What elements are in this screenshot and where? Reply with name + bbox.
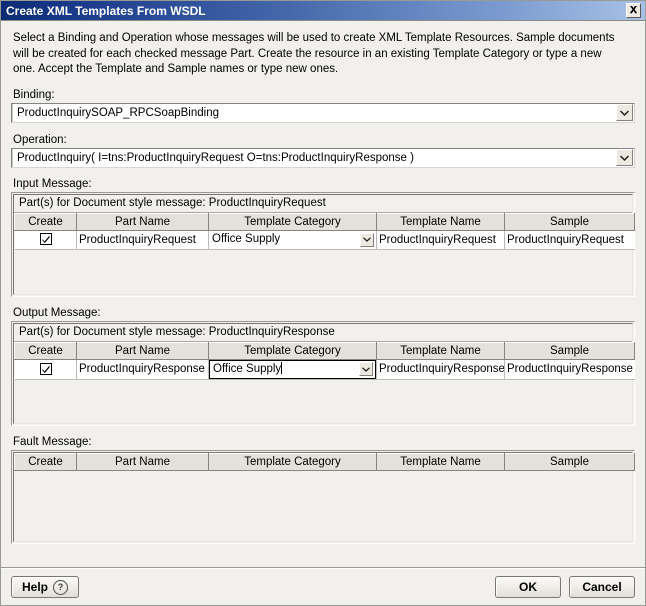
text-caret xyxy=(281,361,283,374)
binding-value: ProductInquirySOAP_RPCSoapBinding xyxy=(12,103,616,122)
column-header-part-name[interactable]: Part Name xyxy=(76,212,209,231)
operation-dropdown-button[interactable] xyxy=(616,149,633,166)
column-header-template-category[interactable]: Template Category xyxy=(208,212,377,231)
chevron-down-icon xyxy=(362,365,370,374)
template-category-value: Office Supply xyxy=(213,362,282,375)
check-icon xyxy=(42,235,50,244)
create-xml-templates-dialog: Create XML Templates From WSDL Select a … xyxy=(0,0,646,606)
cell-create[interactable] xyxy=(14,359,77,380)
table-row[interactable]: ProductInquiryResponse Office Supply Pro… xyxy=(14,359,635,380)
column-header-create[interactable]: Create xyxy=(14,212,77,231)
template-category-dropdown-button[interactable] xyxy=(360,232,374,247)
cell-template-name[interactable]: ProductInquiryRequest xyxy=(376,230,505,250)
help-button-label: Help xyxy=(22,580,49,594)
column-header-sample[interactable]: Sample xyxy=(504,341,635,360)
input-message-table: Create Part Name Template Category Templ… xyxy=(14,212,635,250)
input-message-caption: Part(s) for Document style message: Prod… xyxy=(14,194,632,213)
output-message-label: Output Message: xyxy=(13,306,101,319)
fault-message-table-container: Create Part Name Template Category Templ… xyxy=(14,452,635,541)
column-header-part-name[interactable]: Part Name xyxy=(76,452,209,471)
column-header-sample[interactable]: Sample xyxy=(504,452,635,471)
operation-combobox[interactable]: ProductInquiry( I=tns:ProductInquiryRequ… xyxy=(11,147,635,168)
column-header-template-name[interactable]: Template Name xyxy=(376,212,505,231)
fault-message-panel: Create Part Name Template Category Templ… xyxy=(11,449,635,544)
cell-template-name[interactable]: ProductInquiryResponse xyxy=(376,359,505,380)
create-checkbox[interactable] xyxy=(40,362,53,375)
instructions-text: Select a Binding and Operation whose mes… xyxy=(13,32,615,75)
window-title: Create XML Templates From WSDL xyxy=(6,3,206,18)
binding-label: Binding: xyxy=(13,88,55,101)
cell-sample[interactable]: ProductInquiryRequest xyxy=(504,230,635,250)
table-header-row: Create Part Name Template Category Templ… xyxy=(14,452,635,471)
output-message-table: Create Part Name Template Category Templ… xyxy=(14,341,635,380)
cell-part-name[interactable]: ProductInquiryRequest xyxy=(76,230,209,250)
cell-template-category[interactable]: Office Supply xyxy=(208,230,377,250)
column-header-template-category[interactable]: Template Category xyxy=(208,341,377,360)
input-message-panel: Part(s) for Document style message: Prod… xyxy=(11,191,635,297)
table-header-row: Create Part Name Template Category Templ… xyxy=(14,212,635,231)
fault-message-label: Fault Message: xyxy=(13,435,92,448)
output-message-table-container: Create Part Name Template Category Templ… xyxy=(14,341,635,423)
cancel-button[interactable]: Cancel xyxy=(569,576,635,598)
column-header-template-name[interactable]: Template Name xyxy=(376,341,505,360)
template-category-input[interactable]: Office Supply xyxy=(210,361,359,378)
help-button[interactable]: Help ? xyxy=(11,576,80,598)
table-row[interactable]: ProductInquiryRequest Office Supply Prod… xyxy=(14,230,635,250)
chevron-down-icon xyxy=(363,235,371,244)
template-category-value: Office Supply xyxy=(212,233,281,245)
operation-label: Operation: xyxy=(13,133,67,146)
output-message-panel: Part(s) for Document style message: Prod… xyxy=(11,320,635,426)
check-icon xyxy=(42,365,50,373)
column-header-sample[interactable]: Sample xyxy=(504,212,635,231)
table-header-row: Create Part Name Template Category Templ… xyxy=(14,341,635,360)
column-header-create[interactable]: Create xyxy=(14,341,77,360)
question-circle-icon: ? xyxy=(53,579,69,595)
dialog-body: Select a Binding and Operation whose mes… xyxy=(1,31,645,544)
cell-template-category[interactable]: Office Supply xyxy=(208,359,377,380)
column-header-create[interactable]: Create xyxy=(14,452,77,471)
column-header-template-name[interactable]: Template Name xyxy=(376,452,505,471)
chevron-down-icon xyxy=(620,107,629,119)
column-header-part-name[interactable]: Part Name xyxy=(76,341,209,360)
close-icon xyxy=(629,6,638,15)
close-button[interactable] xyxy=(626,3,641,18)
cell-sample[interactable]: ProductInquiryResponse xyxy=(504,359,635,380)
template-category-dropdown-button[interactable] xyxy=(359,362,373,376)
cell-part-name[interactable]: ProductInquiryResponse xyxy=(76,359,209,380)
output-message-caption: Part(s) for Document style message: Prod… xyxy=(14,323,632,342)
operation-value: ProductInquiry( I=tns:ProductInquiryRequ… xyxy=(12,148,616,167)
binding-combobox[interactable]: ProductInquirySOAP_RPCSoapBinding xyxy=(11,102,635,123)
dialog-footer: Help ? OK Cancel xyxy=(1,569,645,605)
ok-button[interactable]: OK xyxy=(495,576,561,598)
cell-create[interactable] xyxy=(14,230,77,250)
input-message-table-container: Create Part Name Template Category Templ… xyxy=(14,212,635,294)
binding-dropdown-button[interactable] xyxy=(616,104,633,121)
title-bar: Create XML Templates From WSDL xyxy=(1,1,645,21)
column-header-template-category[interactable]: Template Category xyxy=(208,452,377,471)
input-message-label: Input Message: xyxy=(13,177,92,190)
chevron-down-icon xyxy=(620,152,629,164)
create-checkbox[interactable] xyxy=(40,233,53,246)
fault-message-table: Create Part Name Template Category Templ… xyxy=(14,452,635,471)
